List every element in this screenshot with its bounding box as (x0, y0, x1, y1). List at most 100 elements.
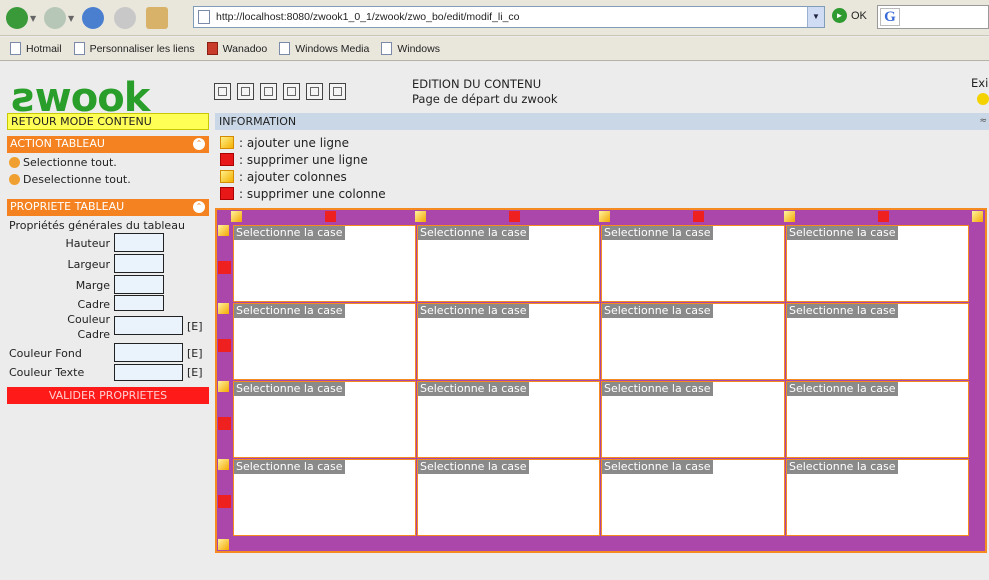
couleur-texte-input[interactable] (114, 364, 183, 381)
table-cell[interactable]: Selectionne la case (601, 303, 785, 380)
exit-label[interactable]: Exi (971, 76, 988, 90)
image-icon[interactable] (306, 83, 323, 100)
table-cell[interactable]: Selectionne la case (786, 225, 969, 302)
retour-mode-contenu-button[interactable]: RETOUR MODE CONTENU (7, 113, 209, 130)
valider-proprietes-button[interactable]: VALIDER PROPRIETES (7, 387, 209, 404)
table-cell[interactable]: Selectionne la case (601, 459, 785, 536)
stop-button[interactable] (114, 5, 136, 31)
exit-icon[interactable] (977, 93, 989, 105)
go-button[interactable]: ► OK (832, 8, 867, 23)
table-cell[interactable]: Selectionne la case (417, 459, 600, 536)
select-cell-link[interactable]: Selectionne la case (418, 226, 529, 240)
add-row-icon[interactable] (218, 225, 229, 236)
address-bar[interactable]: http://localhost:8080/zwook1_0_1/zwook/z… (193, 6, 825, 28)
add-row-icon (220, 136, 234, 149)
marge-input[interactable] (114, 275, 164, 294)
select-cell-link[interactable]: Selectionne la case (418, 304, 529, 318)
refresh-button[interactable] (82, 5, 104, 31)
select-all-action[interactable]: Selectionne tout. (9, 156, 117, 169)
link-hotmail[interactable]: Hotmail (10, 42, 62, 55)
home-icon (146, 7, 168, 29)
link-windows[interactable]: Windows (381, 42, 440, 55)
select-cell-link[interactable]: Selectionne la case (418, 382, 529, 396)
back-button[interactable]: ▼ (6, 5, 36, 31)
forward-button[interactable]: ▼ (44, 5, 74, 31)
table-icon[interactable] (329, 83, 346, 100)
collapse-icon[interactable]: ⌃ (193, 138, 205, 150)
select-cell-link[interactable]: Selectionne la case (602, 304, 713, 318)
table-cell[interactable]: Selectionne la case (417, 225, 600, 302)
select-cell-link[interactable]: Selectionne la case (234, 226, 345, 240)
select-cell-link[interactable]: Selectionne la case (602, 460, 713, 474)
table-cell[interactable]: Selectionne la case (417, 381, 600, 458)
delete-row-icon[interactable] (218, 261, 231, 274)
select-cell-link[interactable]: Selectionne la case (787, 460, 898, 474)
couleur-texte-e-link[interactable]: [E] (187, 366, 203, 379)
largeur-input[interactable] (114, 254, 164, 273)
legend-delete-row: : supprimer une ligne (220, 151, 386, 168)
add-row-icon[interactable] (218, 459, 229, 470)
table-cell[interactable]: Selectionne la case (233, 225, 416, 302)
header-title-block: EDITION DU CONTENU Page de départ du zwo… (412, 77, 558, 107)
delete-row-icon[interactable] (218, 417, 231, 430)
add-row-icon[interactable] (218, 539, 229, 550)
add-column-icon[interactable] (415, 211, 426, 222)
table-cell[interactable]: Selectionne la case (233, 381, 416, 458)
home-button[interactable] (146, 5, 168, 31)
table-cell[interactable]: Selectionne la case (233, 459, 416, 536)
browser-toolbar: ▼ ▼ http://localhost:8080/zwook1_0_1/zwo… (0, 0, 989, 36)
legend-delete-column: : supprimer une colonne (220, 185, 386, 202)
propriete-tableau-header[interactable]: PROPRIETE TABLEAU ⌃ (7, 199, 209, 216)
select-cell-link[interactable]: Selectionne la case (787, 304, 898, 318)
delete-row-icon[interactable] (218, 495, 231, 508)
select-cell-link[interactable]: Selectionne la case (787, 226, 898, 240)
edit-icon[interactable] (214, 83, 231, 100)
cadre-input[interactable] (114, 295, 164, 311)
couleur-cadre-label-1: Couleur (67, 313, 110, 326)
hauteur-input[interactable] (114, 233, 164, 252)
add-column-icon[interactable] (231, 211, 242, 222)
google-search-box[interactable]: G (877, 5, 989, 29)
delete-column-icon[interactable] (325, 211, 336, 222)
table-cell[interactable]: Selectionne la case (786, 459, 969, 536)
collapse-icon[interactable]: ≈ (979, 113, 987, 130)
select-cell-link[interactable]: Selectionne la case (418, 460, 529, 474)
page-layout-icon[interactable] (237, 83, 254, 100)
address-dropdown-icon[interactable]: ▼ (807, 7, 824, 27)
couleur-fond-input[interactable] (114, 343, 183, 362)
delete-column-icon[interactable] (878, 211, 889, 222)
delete-row-icon[interactable] (218, 339, 231, 352)
select-cell-link[interactable]: Selectionne la case (234, 382, 345, 396)
select-cell-link[interactable]: Selectionne la case (602, 226, 713, 240)
couleur-fond-e-link[interactable]: [E] (187, 347, 203, 360)
delete-column-icon[interactable] (509, 211, 520, 222)
select-cell-link[interactable]: Selectionne la case (234, 304, 345, 318)
link-windows-media[interactable]: Windows Media (279, 42, 369, 55)
link-wanadoo[interactable]: Wanadoo (206, 42, 267, 55)
collapse-icon[interactable]: ⌃ (193, 201, 205, 213)
couleur-cadre-e-link[interactable]: [E] (187, 320, 203, 333)
link-personnaliser[interactable]: Personnaliser les liens (73, 42, 195, 55)
delete-column-icon[interactable] (693, 211, 704, 222)
page-icon (73, 42, 85, 55)
table-cell[interactable]: Selectionne la case (601, 381, 785, 458)
information-header[interactable]: INFORMATION ≈ (215, 113, 989, 130)
add-row-icon[interactable] (218, 381, 229, 392)
table-cell[interactable]: Selectionne la case (786, 381, 969, 458)
table-cell[interactable]: Selectionne la case (786, 303, 969, 380)
settings-icon[interactable] (283, 83, 300, 100)
add-column-icon[interactable] (599, 211, 610, 222)
select-cell-link[interactable]: Selectionne la case (602, 382, 713, 396)
select-cell-link[interactable]: Selectionne la case (787, 382, 898, 396)
table-cell[interactable]: Selectionne la case (233, 303, 416, 380)
action-tableau-header[interactable]: ACTION TABLEAU ⌃ (7, 136, 209, 153)
document-icon[interactable] (260, 83, 277, 100)
add-row-icon[interactable] (218, 303, 229, 314)
add-column-icon[interactable] (784, 211, 795, 222)
couleur-cadre-input[interactable] (114, 316, 183, 335)
add-column-icon[interactable] (972, 211, 983, 222)
table-cell[interactable]: Selectionne la case (417, 303, 600, 380)
table-cell[interactable]: Selectionne la case (601, 225, 785, 302)
deselect-all-action[interactable]: Deselectionne tout. (9, 173, 131, 186)
select-cell-link[interactable]: Selectionne la case (234, 460, 345, 474)
